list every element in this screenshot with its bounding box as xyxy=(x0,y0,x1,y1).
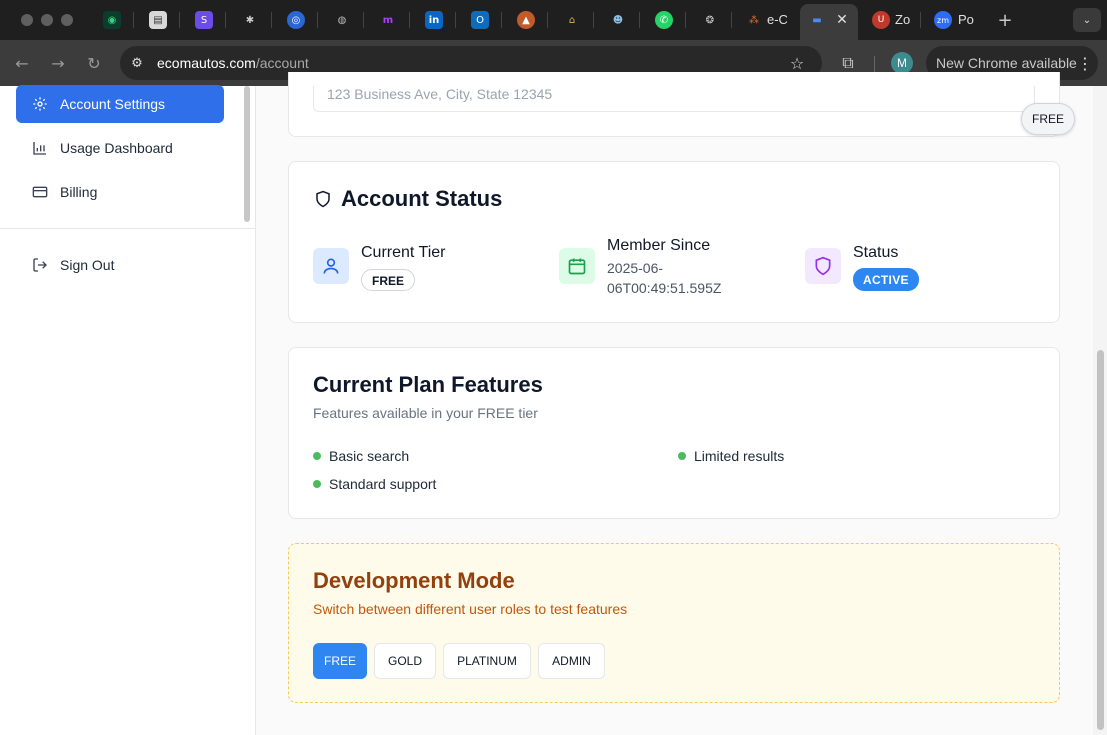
tab-icon-robot[interactable]: ☻ xyxy=(609,11,627,29)
window-minimize-button[interactable] xyxy=(41,14,53,26)
tab-icon-document[interactable]: ▤ xyxy=(149,11,167,29)
tab-icon-bug[interactable]: ✱ xyxy=(241,11,259,29)
new-tab-icon[interactable]: + xyxy=(996,10,1014,31)
tab-title-ecom[interactable]: e-C xyxy=(767,12,787,27)
address-field[interactable]: 123 Business Ave, City, State 12345 xyxy=(313,86,1035,112)
sidebar-scrollbar[interactable] xyxy=(244,86,250,222)
role-button-free[interactable]: FREE xyxy=(313,643,367,679)
bookmark-star-icon[interactable]: ☆ xyxy=(786,52,808,74)
sidebar-item-account-settings[interactable]: Account Settings xyxy=(16,85,224,123)
sidebar-item-label: Usage Dashboard xyxy=(60,140,173,156)
plan-features-card: Current Plan Features Features available… xyxy=(288,347,1060,519)
log-out-icon xyxy=(33,258,47,272)
sidebar-item-label: Account Settings xyxy=(60,96,166,112)
browser-tab-strip: ◉ ▤ S ✱ ◎ ◍ m in O ▲ ⌂ ☻ ✆ ❂ ⁂ e-C ▬ ✕ U… xyxy=(0,0,1107,40)
tab-icon-stripe[interactable]: S xyxy=(195,11,213,29)
page-scrollbar-thumb[interactable] xyxy=(1097,350,1104,730)
back-arrow-icon[interactable]: ← xyxy=(11,52,33,74)
sidebar-item-label: Billing xyxy=(60,184,98,200)
tab-title-po[interactable]: Po xyxy=(958,12,976,27)
role-button-gold[interactable]: GOLD xyxy=(374,643,436,679)
sidebar: Account Settings Usage Dashboard Billing… xyxy=(0,85,256,735)
tab-icon-zoom[interactable]: zm xyxy=(934,11,952,29)
window-close-button[interactable] xyxy=(21,14,33,26)
check-dot-icon xyxy=(313,452,321,460)
member-since-label: Member Since xyxy=(607,237,711,254)
member-since-value: 2025-06-06T00:49:51.595Z xyxy=(607,260,722,296)
more-menu-icon[interactable]: ⋮ xyxy=(1074,52,1096,74)
feature-item: Standard support xyxy=(313,476,436,492)
status-label: Status xyxy=(853,244,899,261)
tab-icon-globe[interactable]: ◍ xyxy=(333,11,351,29)
tab-icon-u[interactable]: U xyxy=(872,11,890,29)
current-tier-label: Current Tier xyxy=(361,244,446,261)
gear-icon xyxy=(33,97,47,111)
shield-icon xyxy=(316,190,330,208)
tab-title-zo[interactable]: Zo xyxy=(895,12,913,27)
sidebar-item-billing[interactable]: Billing xyxy=(16,173,224,211)
url-text[interactable]: ecomautos.com/account xyxy=(157,55,309,71)
calendar-icon xyxy=(559,248,595,284)
bar-chart-icon xyxy=(33,142,46,155)
sidebar-item-usage-dashboard[interactable]: Usage Dashboard xyxy=(16,129,224,167)
tab-icon-whatsapp[interactable]: ✆ xyxy=(655,11,673,29)
dev-mode-subtitle: Switch between different user roles to t… xyxy=(313,601,628,617)
tab-icon-outlook[interactable]: O xyxy=(471,11,489,29)
window-zoom-button[interactable] xyxy=(61,14,73,26)
tab-icon-ecom[interactable]: ⁂ xyxy=(745,11,763,29)
account-status-card: Account Status Current Tier FREE Member … xyxy=(288,161,1060,323)
status-badge: ACTIVE xyxy=(853,268,919,291)
tab-icon-bank[interactable]: ⌂ xyxy=(563,11,581,29)
extensions-icon[interactable]: ⧉ xyxy=(837,52,859,74)
shield-status-icon xyxy=(805,248,841,284)
plan-features-title: Current Plan Features xyxy=(313,372,543,397)
tab-icon-target[interactable]: ◎ xyxy=(287,11,305,29)
site-info-icon[interactable]: ⚙ xyxy=(126,52,148,74)
profile-avatar[interactable]: M xyxy=(891,52,913,74)
check-dot-icon xyxy=(678,452,686,460)
sidebar-divider xyxy=(0,228,256,229)
tab-icon-linkedin[interactable]: in xyxy=(425,11,443,29)
development-mode-card: Development Mode Switch between differen… xyxy=(288,543,1060,703)
user-icon xyxy=(313,248,349,284)
check-dot-icon xyxy=(313,480,321,488)
business-info-card: 123 Business Ave, City, State 12345 xyxy=(288,72,1060,137)
tab-icon-openai[interactable]: ❂ xyxy=(701,11,719,29)
plan-features-subtitle: Features available in your FREE tier xyxy=(313,405,538,421)
role-button-admin[interactable]: ADMIN xyxy=(538,643,605,679)
close-icon[interactable]: ✕ xyxy=(833,11,851,29)
account-status-title: Account Status xyxy=(341,186,503,211)
sign-out-label: Sign Out xyxy=(60,257,115,273)
tab-icon-eye[interactable]: ◉ xyxy=(103,11,121,29)
reload-icon[interactable]: ↻ xyxy=(83,52,105,74)
feature-item: Basic search xyxy=(313,448,409,464)
tab-icon-car[interactable]: ▲ xyxy=(517,11,535,29)
sign-out-button[interactable]: Sign Out xyxy=(16,246,224,284)
dev-mode-title: Development Mode xyxy=(313,568,515,593)
tab-icon-m[interactable]: m xyxy=(379,11,397,29)
tab-search-icon[interactable]: ⌄ xyxy=(1073,8,1101,32)
tab-icon-car-blue: ▬ xyxy=(812,14,822,26)
role-button-platinum[interactable]: PLATINUM xyxy=(443,643,531,679)
tier-floating-badge[interactable]: FREE xyxy=(1021,103,1075,135)
feature-item: Limited results xyxy=(678,448,784,464)
current-tier-badge: FREE xyxy=(361,269,416,291)
credit-card-icon xyxy=(32,186,48,198)
forward-arrow-icon[interactable]: → xyxy=(47,52,69,74)
